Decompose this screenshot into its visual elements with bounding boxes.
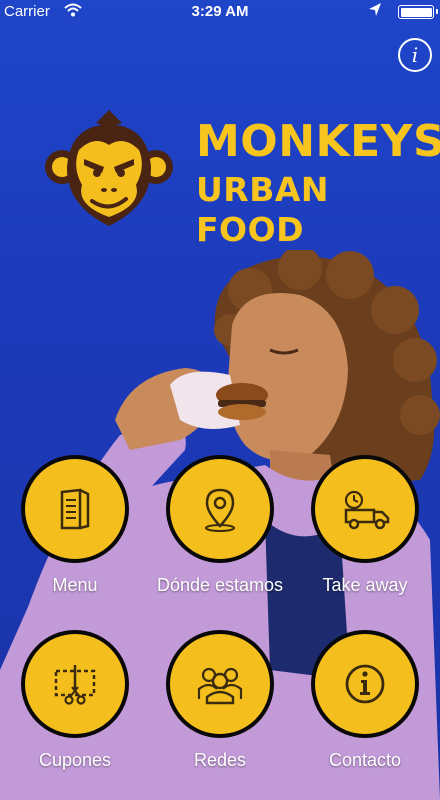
- monkey-logo: [44, 105, 174, 230]
- coupons-tile[interactable]: Cupones: [10, 630, 140, 771]
- takeaway-button[interactable]: [311, 455, 419, 563]
- takeaway-label: Take away: [322, 575, 408, 595]
- social-label: Redes: [193, 750, 247, 770]
- contact-label: Contacto: [328, 750, 402, 770]
- location-arrow-icon: [369, 3, 381, 16]
- menu-tile[interactable]: Menu: [10, 455, 140, 596]
- delivery-truck-icon: [344, 490, 390, 530]
- location-tile[interactable]: Dónde estamos: [155, 455, 285, 596]
- social-button[interactable]: [166, 630, 274, 738]
- info-button[interactable]: i: [398, 38, 432, 72]
- location-label: Dónde estamos: [156, 575, 284, 595]
- takeaway-tile[interactable]: Take away: [300, 455, 430, 596]
- info-icon: i: [411, 43, 419, 67]
- contact-tile[interactable]: Contacto: [300, 630, 430, 771]
- battery-icon: [398, 5, 438, 19]
- info-icon: [345, 664, 385, 704]
- location-pin-icon: [205, 488, 235, 532]
- brand-line-1: MONKEYS: [196, 116, 440, 167]
- brand-name: MONKEYS URBAN FOOD: [196, 118, 440, 250]
- menu-book-icon: [60, 488, 90, 530]
- scissors-coupon-icon: [54, 665, 96, 705]
- menu-label: Menu: [52, 575, 98, 595]
- coupons-button[interactable]: [21, 630, 129, 738]
- people-icon: [197, 667, 243, 705]
- contact-button[interactable]: [311, 630, 419, 738]
- brand-line-2: URBAN FOOD: [196, 170, 330, 249]
- social-tile[interactable]: Redes: [155, 630, 285, 771]
- location-button[interactable]: [166, 455, 274, 563]
- menu-button[interactable]: [21, 455, 129, 563]
- status-bar: Carrier 3:29 AM: [0, 0, 440, 24]
- coupons-label: Cupones: [38, 750, 112, 770]
